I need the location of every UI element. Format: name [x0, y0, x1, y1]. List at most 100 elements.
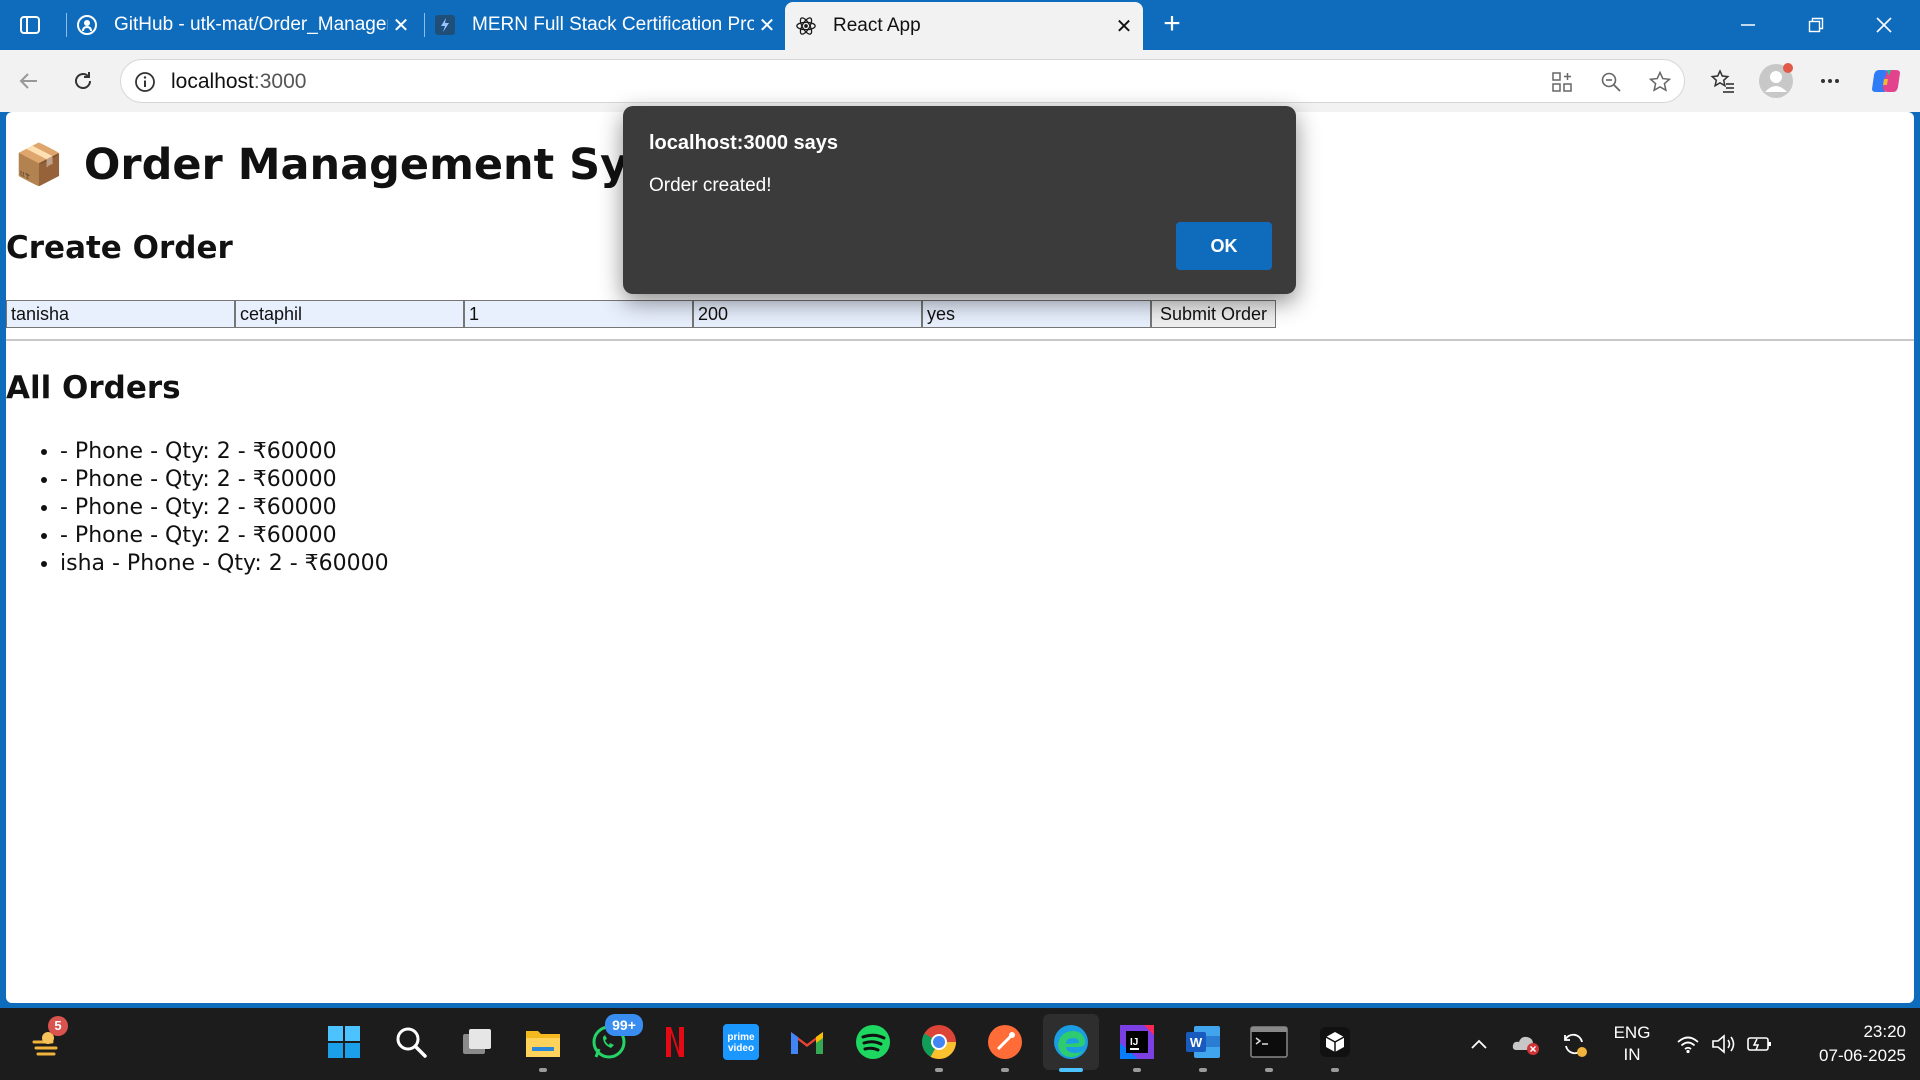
onedrive-error-icon[interactable]: [1508, 1008, 1544, 1080]
netflix-icon[interactable]: [653, 1020, 697, 1064]
ok-button[interactable]: OK: [1176, 222, 1272, 270]
svg-text:IJ: IJ: [1130, 1037, 1138, 1048]
close-tab-icon[interactable]: ✕: [1111, 14, 1137, 39]
tab-separator: [66, 13, 67, 37]
submit-order-button[interactable]: Submit Order: [1151, 300, 1277, 328]
tab-react-app[interactable]: React App ✕: [785, 2, 1143, 50]
language-indicator[interactable]: ENG IN: [1604, 1008, 1660, 1080]
tab-mern-course[interactable]: MERN Full Stack Certification Pro ✕: [434, 0, 780, 50]
gmail-icon[interactable]: [785, 1020, 829, 1064]
running-indicator: [1199, 1068, 1207, 1072]
course-icon: [434, 14, 456, 36]
customer-name-input[interactable]: [6, 300, 235, 328]
order-item: isha - Phone - Qty: 2 - ₹60000: [60, 550, 389, 578]
whatsapp-icon[interactable]: 99+: [587, 1014, 643, 1064]
tab-title: MERN Full Stack Certification Pro: [472, 14, 754, 35]
running-indicator: [1265, 1068, 1273, 1072]
running-indicator: [1331, 1068, 1339, 1072]
url-text: localhost:3000: [171, 70, 306, 94]
close-window-icon[interactable]: [1850, 0, 1918, 50]
close-tab-icon[interactable]: ✕: [754, 13, 780, 38]
favorites-icon[interactable]: [1704, 62, 1742, 100]
file-explorer-icon[interactable]: [521, 1020, 565, 1072]
volume-icon[interactable]: [1708, 1008, 1740, 1080]
url-host: localhost: [171, 70, 254, 93]
react-icon: [795, 15, 817, 37]
dialog-message: Order created!: [649, 175, 772, 196]
dialog-title: localhost:3000 says: [649, 132, 838, 154]
start-icon[interactable]: [322, 1020, 366, 1064]
tab-actions-icon[interactable]: [12, 10, 48, 40]
url-port: :3000: [253, 70, 307, 93]
product-input[interactable]: [235, 300, 464, 328]
tab-github[interactable]: GitHub - utk-mat/Order_Manager ✕: [76, 0, 414, 50]
edge-icon[interactable]: [1043, 1014, 1099, 1072]
running-indicator: [539, 1068, 547, 1072]
quantity-input[interactable]: [464, 300, 693, 328]
tab-separator: [424, 13, 425, 37]
orders-list: - Phone - Qty: 2 - ₹60000 - Phone - Qty:…: [60, 438, 389, 578]
reload-icon[interactable]: [64, 62, 102, 100]
restore-icon[interactable]: [1782, 0, 1850, 50]
alert-dialog: localhost:3000 says Order created! OK: [623, 106, 1296, 294]
widgets-badge: 5: [48, 1016, 68, 1036]
svg-text:prime: prime: [727, 1032, 755, 1043]
running-indicator: [935, 1068, 943, 1072]
site-info-icon[interactable]: [133, 70, 157, 94]
order-item: - Phone - Qty: 2 - ₹60000: [60, 522, 389, 550]
svg-text:W: W: [1190, 1035, 1203, 1050]
battery-icon[interactable]: [1744, 1008, 1776, 1080]
tab-title: React App: [833, 15, 921, 36]
language-code: ENG: [1613, 1023, 1651, 1042]
create-order-heading: Create Order: [6, 230, 233, 266]
more-options-icon[interactable]: [1811, 62, 1849, 100]
sync-icon[interactable]: [1556, 1008, 1592, 1080]
create-order-form: Submit Order: [6, 300, 1277, 328]
region-code: IN: [1623, 1045, 1641, 1064]
app-available-icon[interactable]: [1549, 69, 1575, 95]
running-indicator: [1001, 1068, 1009, 1072]
github-icon: [76, 14, 98, 36]
clock[interactable]: 23:20 07-06-2025: [1786, 1008, 1906, 1080]
price-input[interactable]: [693, 300, 922, 328]
task-view-icon[interactable]: [455, 1020, 499, 1064]
chrome-icon[interactable]: [917, 1020, 961, 1072]
browser-tab-bar: GitHub - utk-mat/Order_Manager ✕ MERN Fu…: [0, 0, 1920, 50]
wifi-icon[interactable]: [1672, 1008, 1704, 1080]
minimize-icon[interactable]: [1714, 0, 1782, 50]
tab-title: GitHub - utk-mat/Order_Manager: [114, 14, 388, 35]
spotify-icon[interactable]: [851, 1020, 895, 1064]
svg-text:video: video: [728, 1043, 754, 1054]
word-icon[interactable]: W: [1181, 1020, 1225, 1072]
search-icon[interactable]: [389, 1020, 433, 1064]
zoom-out-icon[interactable]: [1598, 69, 1624, 95]
order-item: - Phone - Qty: 2 - ₹60000: [60, 494, 389, 522]
running-indicator: [1133, 1068, 1141, 1072]
windows-taskbar: 5 99+ prime video IJ W ENG IN 23:20 07-0…: [0, 1008, 1920, 1080]
address-bar[interactable]: localhost:3000: [120, 59, 1685, 103]
cube-app-icon[interactable]: [1313, 1020, 1357, 1072]
divider: [6, 339, 1914, 341]
package-icon: 📦: [14, 142, 64, 188]
back-icon[interactable]: [10, 62, 48, 100]
show-hidden-icons-icon[interactable]: [1463, 1008, 1495, 1080]
clock-date: 07-06-2025: [1819, 1046, 1906, 1065]
new-tab-button[interactable]: +: [1155, 8, 1189, 42]
intellij-icon[interactable]: IJ: [1115, 1020, 1159, 1072]
profile-avatar[interactable]: [1757, 62, 1795, 100]
whatsapp-badge: 99+: [605, 1014, 643, 1036]
close-tab-icon[interactable]: ✕: [388, 13, 414, 38]
all-orders-heading: All Orders: [6, 370, 181, 406]
favorite-star-icon[interactable]: [1647, 69, 1673, 95]
clock-time: 23:20: [1863, 1022, 1906, 1041]
prime-video-icon[interactable]: prime video: [719, 1020, 763, 1064]
terminal-icon[interactable]: [1247, 1020, 1291, 1072]
widgets-icon[interactable]: 5: [24, 1016, 68, 1064]
postman-icon[interactable]: [983, 1020, 1027, 1072]
order-item: - Phone - Qty: 2 - ₹60000: [60, 438, 389, 466]
copilot-icon[interactable]: [1867, 62, 1905, 100]
browser-toolbar: localhost:3000: [0, 50, 1920, 112]
order-item: - Phone - Qty: 2 - ₹60000: [60, 466, 389, 494]
extra-input[interactable]: [922, 300, 1151, 328]
active-indicator: [1059, 1068, 1083, 1072]
